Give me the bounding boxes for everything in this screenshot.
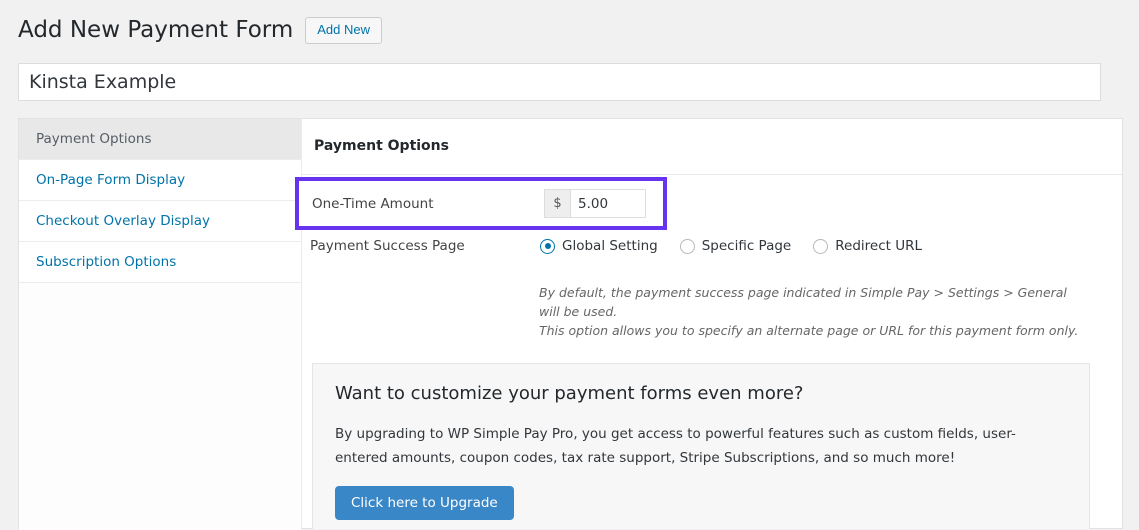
promo-body: By upgrading to WP Simple Pay Pro, you g… <box>335 426 1016 466</box>
radio-icon <box>679 238 695 254</box>
one-time-amount-row: One-Time Amount $ <box>299 181 663 226</box>
payment-success-page-row: Payment Success Page Global Setting Spec… <box>310 238 922 254</box>
sidebar-item-subscription-options[interactable]: Subscription Options <box>19 242 301 283</box>
one-time-amount-label: One-Time Amount <box>312 195 434 212</box>
page-title: Add New Payment Form <box>18 17 294 43</box>
radio-icon <box>813 238 829 254</box>
currency-symbol: $ <box>544 189 570 218</box>
one-time-amount-input[interactable] <box>570 189 646 218</box>
radio-option-redirect-url[interactable]: Redirect URL <box>813 238 922 254</box>
radio-icon <box>540 238 555 254</box>
sidebar-item-checkout-overlay-display[interactable]: Checkout Overlay Display <box>19 201 301 242</box>
amount-field-group: $ <box>544 189 646 218</box>
add-new-button[interactable]: Add New <box>305 17 383 44</box>
sidebar-item-label: Subscription Options <box>36 254 177 270</box>
sidebar-item-label: Checkout Overlay Display <box>36 213 210 229</box>
radio-label: Redirect URL <box>835 238 922 254</box>
help-text-line-2: This option allows you to specify an alt… <box>539 323 1079 338</box>
radio-option-specific-page[interactable]: Specific Page <box>679 238 792 254</box>
radio-option-global-setting[interactable]: Global Setting <box>540 238 658 254</box>
one-time-amount-highlight: One-Time Amount $ <box>295 177 667 230</box>
upgrade-button[interactable]: Click here to Upgrade <box>335 486 514 520</box>
sidebar-empty-space <box>19 283 301 530</box>
payment-success-page-help-text: By default, the payment success page ind… <box>539 283 1084 340</box>
radio-label: Global Setting <box>562 238 658 254</box>
promo-title: Want to customize your payment forms eve… <box>335 383 804 404</box>
help-text-line-1: By default, the payment success page ind… <box>539 285 1067 319</box>
upgrade-promo-box: Want to customize your payment forms eve… <box>312 363 1090 529</box>
payment-success-page-label: Payment Success Page <box>310 238 465 254</box>
page-header: Add New Payment Form Add New <box>18 16 383 45</box>
panel-divider <box>302 174 1122 175</box>
sidebar-item-payment-options[interactable]: Payment Options <box>19 119 301 160</box>
sidebar-item-label: Payment Options <box>36 131 152 147</box>
radio-label: Specific Page <box>701 238 792 254</box>
panel-heading: Payment Options <box>314 138 449 154</box>
sidebar-item-label: On-Page Form Display <box>36 172 186 188</box>
payment-success-page-radio-group: Global Setting Specific Page Redirect UR… <box>540 238 922 254</box>
form-title-input[interactable] <box>18 63 1101 101</box>
settings-sidebar: Payment Options On-Page Form Display Che… <box>18 118 301 530</box>
sidebar-item-on-page-form-display[interactable]: On-Page Form Display <box>19 160 301 201</box>
